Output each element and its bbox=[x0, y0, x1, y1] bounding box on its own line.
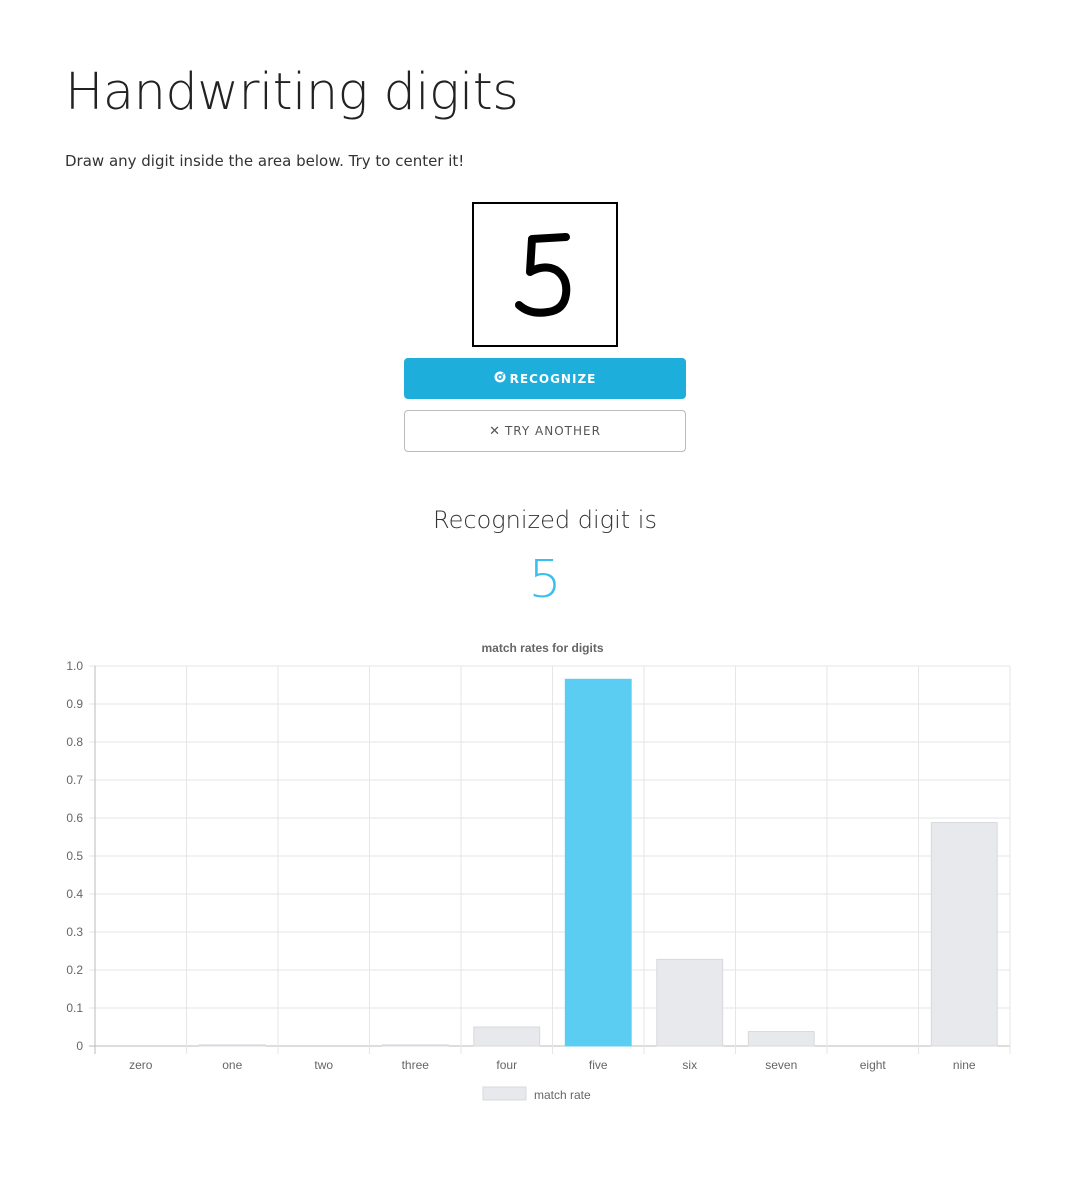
x-tick-label: nine bbox=[953, 1058, 976, 1072]
y-tick-label: 0.4 bbox=[66, 887, 83, 901]
bar-six bbox=[656, 958, 724, 1047]
y-tick-label: 0.5 bbox=[66, 849, 83, 863]
recognize-button-label: RECOGNIZE bbox=[509, 371, 597, 386]
close-icon: ✕ bbox=[489, 423, 501, 439]
chart-title: match rates for digits bbox=[481, 641, 603, 655]
x-tick-label: six bbox=[682, 1058, 697, 1072]
x-tick-label: three bbox=[402, 1058, 430, 1072]
bar-one bbox=[198, 1044, 266, 1047]
result-heading: Recognized digit is bbox=[433, 506, 657, 534]
y-tick-label: 1.0 bbox=[66, 659, 83, 673]
legend-label: match rate bbox=[534, 1088, 591, 1102]
y-tick-label: 0.1 bbox=[66, 1001, 83, 1015]
y-tick-label: 0 bbox=[76, 1039, 83, 1053]
bar-five bbox=[564, 678, 632, 1047]
x-tick-label: four bbox=[496, 1058, 517, 1072]
x-tick-label: one bbox=[222, 1058, 242, 1072]
x-tick-label: zero bbox=[129, 1058, 153, 1072]
y-tick-label: 0.8 bbox=[66, 735, 83, 749]
y-tick-label: 0.9 bbox=[66, 697, 83, 711]
y-tick-label: 0.7 bbox=[66, 773, 83, 787]
instructions-text: Draw any digit inside the area below. Tr… bbox=[65, 152, 465, 170]
bar-seven bbox=[747, 1031, 815, 1047]
bar-three bbox=[381, 1044, 449, 1047]
x-tick-label: eight bbox=[860, 1058, 887, 1072]
match-rates-chart-svg: match rates for digits 0 0.1 0.2 0.3 0.4 0.5 0.… bbox=[66, 641, 1011, 1102]
try-another-button-label: TRY ANOTHER bbox=[504, 424, 601, 438]
match-rates-chart: match rates for digits 0 0.1 0.2 0.3 0.4 0.5 0.… bbox=[0, 630, 1074, 1120]
bar-nine bbox=[930, 822, 998, 1047]
x-tick-label: seven bbox=[765, 1058, 797, 1072]
try-another-button[interactable]: ✕ TRY ANOTHER bbox=[404, 410, 686, 452]
x-tick-label: two bbox=[314, 1058, 333, 1072]
recognized-digit: 5 bbox=[528, 550, 562, 610]
page-title: Handwriting digits bbox=[65, 63, 519, 122]
recognize-button[interactable]: RECOGNIZE bbox=[404, 358, 686, 399]
y-tick-label: 0.3 bbox=[66, 925, 83, 939]
x-tick-label: five bbox=[589, 1058, 608, 1072]
y-tick-label: 0.2 bbox=[66, 963, 83, 977]
drawn-digit-stroke bbox=[515, 233, 571, 317]
recognize-icon bbox=[494, 371, 506, 386]
bar-four bbox=[473, 1026, 541, 1047]
legend-swatch bbox=[482, 1086, 527, 1101]
y-tick-label: 0.6 bbox=[66, 811, 83, 825]
drawing-canvas[interactable] bbox=[472, 202, 618, 347]
